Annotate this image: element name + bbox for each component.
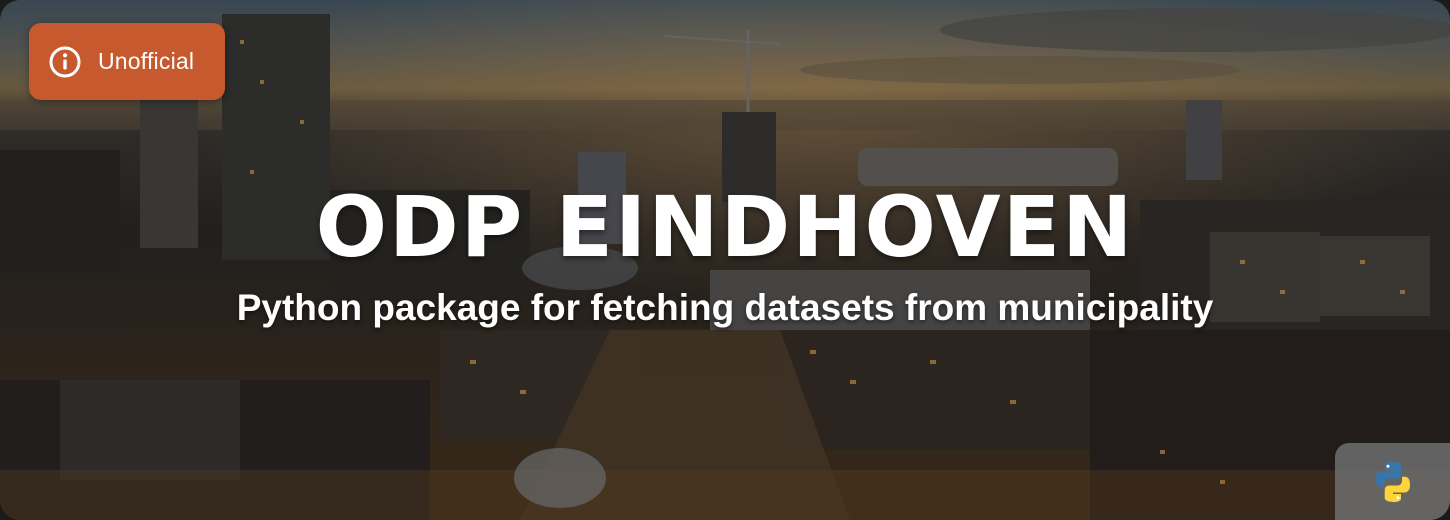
info-icon (49, 46, 81, 77)
unofficial-badge: Unofficial (29, 23, 225, 100)
page-subtitle: Python package for fetching datasets fro… (236, 287, 1214, 328)
project-banner: Unofficial ODP EINDHOVEN Python package … (0, 0, 1450, 520)
python-badge (1335, 443, 1450, 520)
page-title: ODP EINDHOVEN (315, 178, 1135, 276)
badge-label: Unofficial (98, 48, 195, 74)
python-logo-icon (1375, 461, 1410, 502)
